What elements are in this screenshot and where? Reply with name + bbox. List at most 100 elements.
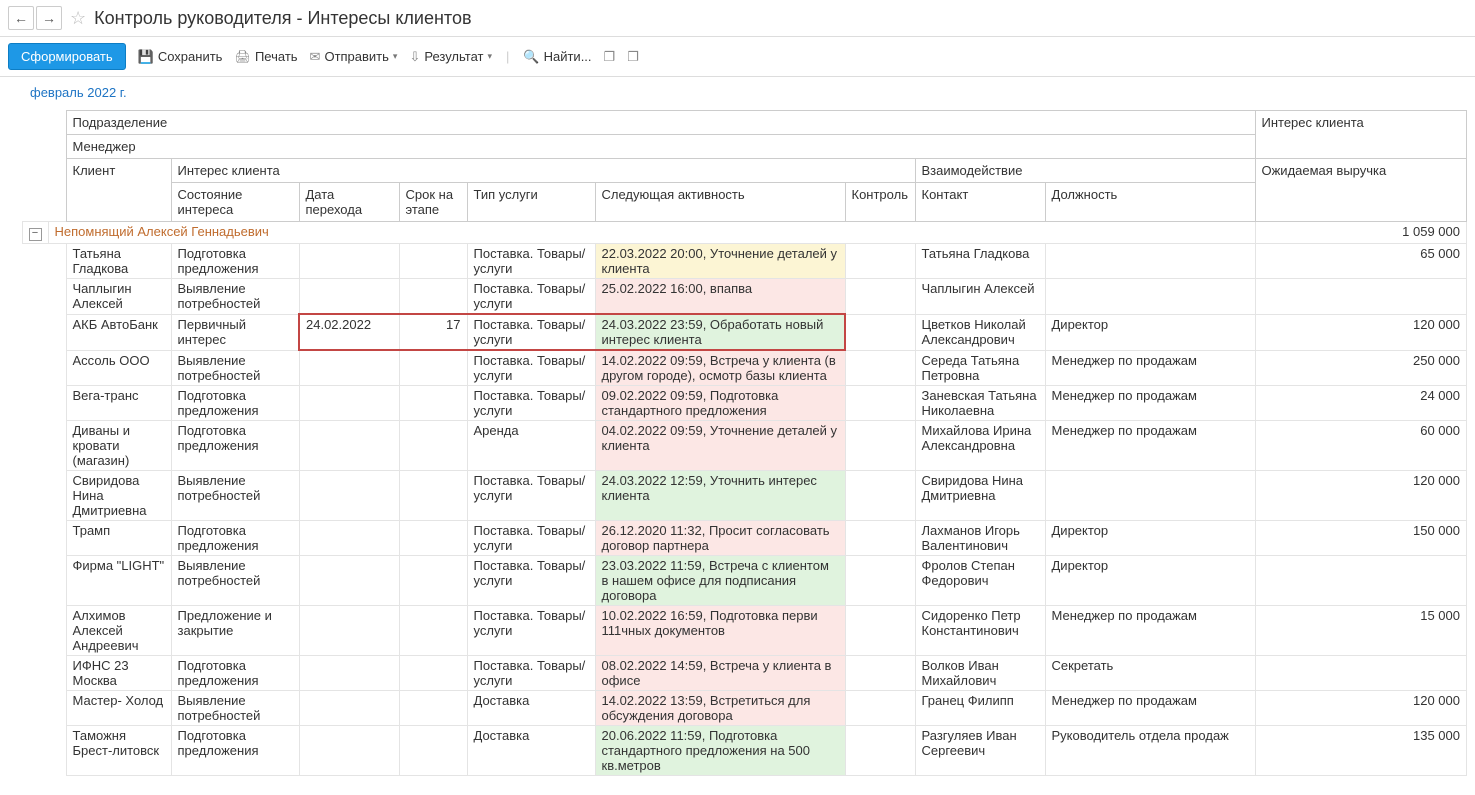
cell-type: Поставка. Товары/услуги [467, 606, 595, 656]
table-row[interactable]: Свиридова Нина ДмитриевнаВыявление потре… [8, 471, 1467, 521]
table-row[interactable]: Вега-трансПодготовка предложенияПоставка… [8, 386, 1467, 421]
cell-next-activity: 25.02.2022 16:00, впапва [595, 279, 845, 315]
cell-next-activity: 08.02.2022 14:59, Встреча у клиента в оф… [595, 656, 845, 691]
cell-type: Поставка. Товары/услуги [467, 244, 595, 279]
chevron-down-icon: ▾ [487, 51, 492, 62]
cell-revenue [1255, 279, 1467, 315]
cell-revenue [1255, 656, 1467, 691]
header-date-transition: Дата перехода [299, 183, 399, 222]
header-control: Контроль [845, 183, 915, 222]
cell-next-activity: 09.02.2022 09:59, Подготовка стандартног… [595, 386, 845, 421]
cell-contact: Чаплыгин Алексей [915, 279, 1045, 315]
cell-control [845, 314, 915, 350]
cell-date [299, 606, 399, 656]
cell-position: Директор [1045, 556, 1255, 606]
table-row[interactable]: Мастер- ХолодВыявление потребностейДоста… [8, 691, 1467, 726]
table-row[interactable]: Татьяна Гладкова Подготовка предложения По… [8, 244, 1467, 279]
cell-position: Менеджер по продажам [1045, 350, 1255, 386]
cell-control [845, 386, 915, 421]
manager-row[interactable]: −Непомнящий Алексей Геннадьевич1 059 000 [8, 222, 1467, 244]
report-area: Подразделение Интерес клиента Менеджер К… [8, 110, 1467, 776]
table-row[interactable]: Фирма "LIGHT"Выявление потребностейПоста… [8, 556, 1467, 606]
table-row[interactable]: АКБ АвтоБанкПервичный интерес24.02.20221… [8, 314, 1467, 350]
search-icon: 🔍 [523, 49, 539, 65]
table-row[interactable]: ИФНС 23 МоскваПодготовка предложенияПост… [8, 656, 1467, 691]
cell-state: Подготовка предложения [171, 656, 299, 691]
cell-client: Вега-транс [66, 386, 171, 421]
cell-control [845, 421, 915, 471]
cell-position: Руководитель отдела продаж [1045, 726, 1255, 776]
cell-revenue [1255, 556, 1467, 606]
cell-state: Выявление потребностей [171, 350, 299, 386]
cell-contact: Фролов Степан Федорович [915, 556, 1045, 606]
manager-name: Непомнящий Алексей Геннадьевич [55, 224, 269, 239]
cell-client: Диваны и кровати (магазин) [66, 421, 171, 471]
cell-control [845, 471, 915, 521]
cell-state: Выявление потребностей [171, 691, 299, 726]
cell-state: Выявление потребностей [171, 556, 299, 606]
cell-revenue: 250 000 [1255, 350, 1467, 386]
tree-collapse-icon[interactable]: − [29, 228, 42, 241]
cell-type: Доставка [467, 726, 595, 776]
find-button[interactable]: 🔍 Найти... [523, 49, 591, 65]
cell-date [299, 471, 399, 521]
table-row[interactable]: Ассоль ОООВыявление потребностейПоставка… [8, 350, 1467, 386]
cell-revenue: 60 000 [1255, 421, 1467, 471]
cell-position [1045, 279, 1255, 315]
cell-contact: Гранец Филипп [915, 691, 1045, 726]
cell-term [399, 521, 467, 556]
chevron-down-icon: ▾ [393, 51, 398, 62]
table-row[interactable]: Алхимов Алексей АндреевичПредложение и з… [8, 606, 1467, 656]
report-table: Подразделение Интерес клиента Менеджер К… [8, 110, 1467, 776]
header-position: Должность [1045, 183, 1255, 222]
cell-next-activity: 26.12.2020 11:32, Просит согласовать дог… [595, 521, 845, 556]
cell-term [399, 350, 467, 386]
cell-state: Подготовка предложения [171, 421, 299, 471]
cell-control [845, 691, 915, 726]
table-row[interactable]: Диваны и кровати (магазин)Подготовка пре… [8, 421, 1467, 471]
copy-button[interactable]: ❐ [604, 49, 616, 65]
cell-date [299, 656, 399, 691]
cell-state: Подготовка предложения [171, 244, 299, 279]
cell-control [845, 350, 915, 386]
cell-revenue: 135 000 [1255, 726, 1467, 776]
save-button[interactable]: 💾 Сохранить [138, 49, 223, 65]
cell-date [299, 386, 399, 421]
cell-contact: Татьяна Гладкова [915, 244, 1045, 279]
header-department: Подразделение [66, 111, 1255, 135]
cell-date [299, 421, 399, 471]
cell-contact: Сидоренко Петр Константинович [915, 606, 1045, 656]
cell-type: Поставка. Товары/услуги [467, 279, 595, 315]
cell-revenue: 120 000 [1255, 691, 1467, 726]
table-row[interactable]: Чаплыгин АлексейВыявление потребностейПо… [8, 279, 1467, 315]
nav-back-button[interactable]: ← [8, 6, 34, 30]
send-button[interactable]: ✉ Отправить ▾ [310, 49, 398, 65]
cell-control [845, 279, 915, 315]
cell-next-activity: 24.03.2022 23:59, Обработать новый интер… [595, 314, 845, 350]
send-label: Отправить [324, 49, 388, 64]
cell-client: Таможня Брест-литовск [66, 726, 171, 776]
header-interaction-group: Взаимодействие [915, 159, 1255, 183]
nav-forward-button[interactable]: → [36, 6, 62, 30]
cell-date [299, 726, 399, 776]
cell-control [845, 726, 915, 776]
favorite-star-icon[interactable]: ☆ [70, 8, 86, 29]
cell-revenue: 15 000 [1255, 606, 1467, 656]
cell-revenue: 120 000 [1255, 471, 1467, 521]
copy-stack-icon: ❐ [627, 49, 639, 65]
period-label[interactable]: февраль 2022 г. [0, 77, 1475, 110]
cell-next-activity: 04.02.2022 09:59, Уточнение деталей у кл… [595, 421, 845, 471]
header-service-type: Тип услуги [467, 183, 595, 222]
form-button[interactable]: Сформировать [8, 43, 126, 70]
print-button[interactable]: 🖨 Печать [234, 49, 297, 65]
result-button[interactable]: ⇩ Результат ▾ [409, 49, 492, 65]
page-title: Контроль руководителя - Интересы клиенто… [94, 8, 471, 29]
header-manager: Менеджер [66, 135, 1255, 159]
header-term: Срок на этапе [399, 183, 467, 222]
cell-position: Секретать [1045, 656, 1255, 691]
cell-next-activity: 14.02.2022 09:59, Встреча у клиента (в д… [595, 350, 845, 386]
cell-client: Мастер- Холод [66, 691, 171, 726]
table-row[interactable]: Таможня Брест-литовскПодготовка предложе… [8, 726, 1467, 776]
table-row[interactable]: ТрампПодготовка предложенияПоставка. Тов… [8, 521, 1467, 556]
copy-all-button[interactable]: ❐ [627, 49, 639, 65]
